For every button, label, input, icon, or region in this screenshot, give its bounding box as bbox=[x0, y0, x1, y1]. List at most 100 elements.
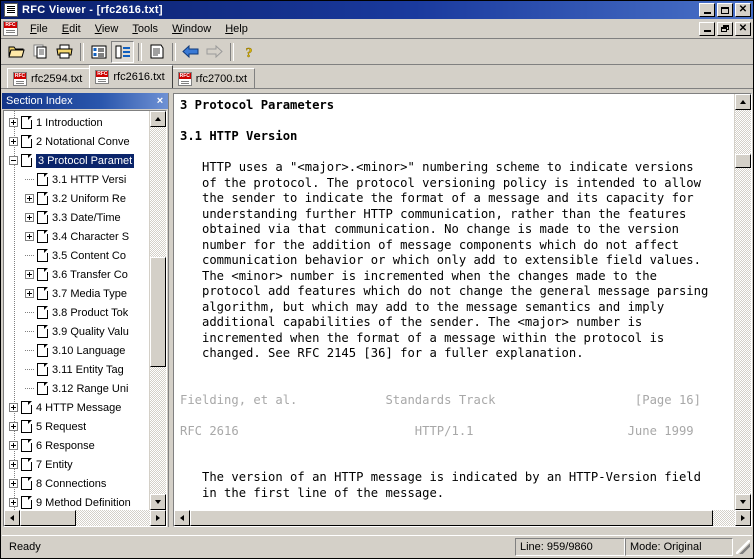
scroll-track[interactable] bbox=[150, 127, 166, 494]
doc-scroll-thumb[interactable] bbox=[735, 154, 751, 168]
expand-icon[interactable] bbox=[9, 422, 18, 431]
back-arrow-icon[interactable] bbox=[179, 41, 202, 63]
section-page-icon bbox=[37, 211, 48, 224]
menu-file[interactable]: File bbox=[23, 21, 55, 37]
tree-item[interactable]: 3.1 HTTP Versi bbox=[4, 170, 149, 189]
section-page-icon bbox=[37, 287, 48, 300]
tree-connector-icon bbox=[25, 175, 34, 184]
scroll-right-button[interactable] bbox=[150, 510, 166, 526]
tree-item[interactable]: 3.4 Character S bbox=[4, 227, 149, 246]
section-index-titlebar: Section Index × bbox=[2, 93, 168, 109]
tree-item[interactable]: 7 Entity bbox=[4, 455, 149, 474]
doc-scroll-left-button[interactable] bbox=[174, 510, 190, 526]
document-line: the sender to indicate the format of a m… bbox=[180, 191, 694, 205]
expand-icon[interactable] bbox=[25, 270, 34, 279]
scroll-thumb-h[interactable] bbox=[20, 510, 76, 526]
tree-item[interactable]: 3 Protocol Paramet bbox=[4, 151, 149, 170]
tree-item[interactable]: 5 Request bbox=[4, 417, 149, 436]
tree-view-icon[interactable] bbox=[111, 40, 134, 63]
expand-icon[interactable] bbox=[25, 232, 34, 241]
tree-item-label: 1 Introduction bbox=[36, 116, 103, 129]
tree-item[interactable]: 3.12 Range Uni bbox=[4, 379, 149, 398]
section-page-icon bbox=[21, 458, 32, 471]
help-icon[interactable]: ? bbox=[237, 41, 260, 63]
minimize-button[interactable] bbox=[699, 3, 715, 17]
expand-icon[interactable] bbox=[9, 403, 18, 412]
document-vertical-scrollbar[interactable] bbox=[734, 94, 751, 510]
scroll-thumb[interactable] bbox=[150, 257, 166, 367]
document-text-area[interactable]: 3 Protocol Parameters 3.1 HTTP Version H… bbox=[174, 94, 734, 510]
menu-view[interactable]: View bbox=[88, 21, 126, 37]
scroll-left-button[interactable] bbox=[4, 510, 20, 526]
doc-scroll-thumb-h[interactable] bbox=[190, 510, 713, 526]
tree-connector-icon bbox=[25, 346, 34, 355]
tab-rfc2700[interactable]: rfc2700.txt bbox=[171, 68, 256, 88]
tree-item[interactable]: 8 Connections bbox=[4, 474, 149, 493]
tree-item[interactable]: 3.9 Quality Valu bbox=[4, 322, 149, 341]
scroll-down-button[interactable] bbox=[150, 494, 166, 510]
expand-icon[interactable] bbox=[9, 479, 18, 488]
resize-grip-icon[interactable] bbox=[736, 539, 750, 554]
tree-item[interactable]: 3.8 Product Tok bbox=[4, 303, 149, 322]
tree-item-label: 3.1 HTTP Versi bbox=[52, 173, 127, 186]
expand-icon[interactable] bbox=[9, 498, 18, 507]
expand-icon[interactable] bbox=[9, 137, 18, 146]
open-folder-icon[interactable] bbox=[5, 41, 28, 63]
tree-item[interactable]: 6 Response bbox=[4, 436, 149, 455]
mdi-window-controls: ✕ bbox=[699, 21, 753, 36]
mdi-restore-button[interactable] bbox=[717, 21, 733, 36]
maximize-button[interactable] bbox=[717, 3, 733, 17]
expand-icon[interactable] bbox=[9, 460, 18, 469]
doc-scroll-up-button[interactable] bbox=[735, 94, 751, 110]
doc-scroll-track-h[interactable] bbox=[190, 510, 735, 526]
doc-scroll-down-button[interactable] bbox=[735, 494, 751, 510]
tree-vertical-scrollbar[interactable] bbox=[149, 111, 166, 510]
tree-item[interactable]: 3.11 Entity Tag bbox=[4, 360, 149, 379]
tree-item[interactable]: 3.6 Transfer Co bbox=[4, 265, 149, 284]
list-view-icon[interactable] bbox=[87, 41, 110, 63]
doc-scroll-track[interactable] bbox=[735, 110, 751, 494]
mdi-minimize-button[interactable] bbox=[699, 21, 715, 36]
document-horizontal-scrollbar[interactable] bbox=[174, 510, 751, 526]
tree-horizontal-scrollbar[interactable] bbox=[4, 510, 166, 526]
collapse-icon[interactable] bbox=[9, 156, 18, 165]
menu-help[interactable]: Help bbox=[218, 21, 255, 37]
tree-item[interactable]: 3.5 Content Co bbox=[4, 246, 149, 265]
print-icon[interactable] bbox=[53, 41, 76, 63]
tree-item[interactable]: 9 Method Definition bbox=[4, 493, 149, 510]
tree-item[interactable]: 3.7 Media Type bbox=[4, 284, 149, 303]
close-icon[interactable]: × bbox=[154, 95, 166, 107]
tree-item[interactable]: 3.10 Language bbox=[4, 341, 149, 360]
tab-rfc2616[interactable]: rfc2616.txt bbox=[89, 65, 173, 88]
scroll-up-button[interactable] bbox=[150, 111, 166, 127]
section-page-icon bbox=[21, 496, 32, 509]
expand-icon[interactable] bbox=[25, 194, 34, 203]
tree-item[interactable]: 1 Introduction bbox=[4, 113, 149, 132]
forward-arrow-icon[interactable] bbox=[203, 41, 226, 63]
tree-item[interactable]: 3.3 Date/Time bbox=[4, 208, 149, 227]
section-page-icon bbox=[37, 344, 48, 357]
tree-item[interactable]: 2 Notational Conve bbox=[4, 132, 149, 151]
doc-scroll-right-button[interactable] bbox=[735, 510, 751, 526]
tree-item[interactable]: 4 HTTP Message bbox=[4, 398, 149, 417]
scroll-track-h[interactable] bbox=[20, 510, 150, 526]
tab-rfc2594[interactable]: rfc2594.txt bbox=[7, 68, 91, 88]
expand-icon[interactable] bbox=[25, 213, 34, 222]
tree-item-label: 6 Response bbox=[36, 439, 95, 452]
copy-icon[interactable] bbox=[29, 41, 52, 63]
tree-item[interactable]: 3.2 Uniform Re bbox=[4, 189, 149, 208]
menu-tools[interactable]: Tools bbox=[125, 21, 165, 37]
section-index-tree[interactable]: 1 Introduction 2 Notational Conve 3 Protoc… bbox=[4, 111, 149, 510]
menu-edit[interactable]: Edit bbox=[55, 21, 88, 37]
document-line: communication behavior or which only add… bbox=[180, 253, 701, 267]
document-icon[interactable] bbox=[145, 41, 168, 63]
mdi-close-button[interactable]: ✕ bbox=[735, 21, 751, 36]
tree-item-label: 8 Connections bbox=[36, 477, 107, 490]
expand-icon[interactable] bbox=[9, 441, 18, 450]
close-button[interactable]: ✕ bbox=[735, 3, 751, 17]
expand-icon[interactable] bbox=[25, 289, 34, 298]
menu-window[interactable]: Window bbox=[165, 21, 218, 37]
toolbar-separator-4 bbox=[230, 42, 234, 61]
expand-icon[interactable] bbox=[9, 118, 18, 127]
